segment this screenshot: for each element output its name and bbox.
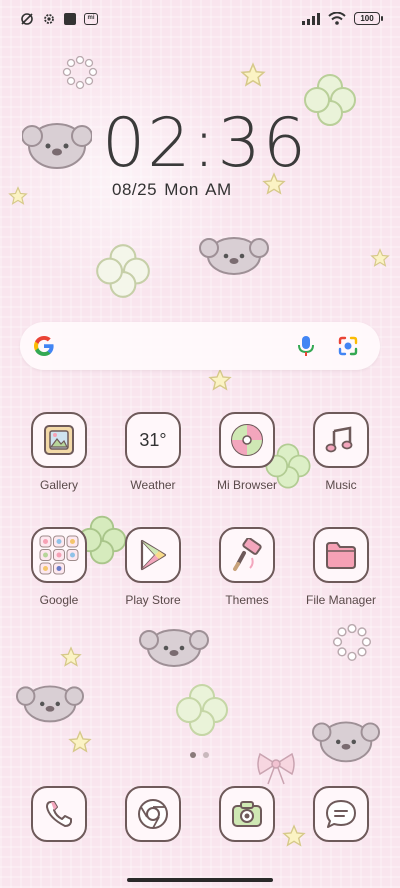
file-manager-icon xyxy=(313,527,369,583)
clock-date[interactable]: 08/25 Mon AM xyxy=(112,180,234,200)
music-icon xyxy=(313,412,369,468)
google-logo-icon xyxy=(32,334,56,358)
page-dot xyxy=(203,752,209,758)
status-bar: mi 100 xyxy=(0,0,400,40)
koala-decoration xyxy=(22,123,92,169)
ampm-value: AM xyxy=(205,180,232,199)
star-decoration xyxy=(8,186,28,205)
clover-decoration xyxy=(176,684,228,736)
koala-decoration xyxy=(139,629,209,667)
gesture-navigation-handle[interactable] xyxy=(127,878,273,882)
play-store-icon xyxy=(125,527,181,583)
dock-chrome[interactable] xyxy=(105,786,201,842)
app-label: Music xyxy=(325,478,357,492)
star-decoration xyxy=(60,646,82,667)
app-google-folder[interactable]: Google xyxy=(11,527,107,607)
koala-decoration xyxy=(16,685,84,723)
battery-icon: 100 xyxy=(354,12,383,25)
google-folder-icon xyxy=(31,527,87,583)
bow-decoration xyxy=(257,752,295,785)
mi-browser-icon xyxy=(219,412,275,468)
camera-icon xyxy=(219,786,275,842)
mic-icon[interactable] xyxy=(296,334,316,358)
app-label: Weather xyxy=(130,478,176,492)
weather-icon: 31° xyxy=(125,412,181,468)
app-play-store[interactable]: Play Store xyxy=(105,527,201,607)
app-themes[interactable]: Themes xyxy=(199,527,295,607)
app-label: Mi Browser xyxy=(216,478,277,492)
dock-camera[interactable] xyxy=(199,786,295,842)
clock-time[interactable]: 02:36 xyxy=(102,104,308,183)
square-notification-icon xyxy=(64,13,76,25)
messages-icon xyxy=(313,786,369,842)
pearl-ring-decoration xyxy=(62,56,98,90)
themes-icon xyxy=(219,527,275,583)
status-right-icons: 100 xyxy=(302,12,383,25)
app-gallery[interactable]: Gallery xyxy=(11,412,107,492)
app-weather[interactable]: 31° Weather xyxy=(105,412,201,492)
app-file-manager[interactable]: File Manager xyxy=(293,527,389,607)
clover-decoration xyxy=(96,244,150,298)
battery-level: 100 xyxy=(360,14,374,23)
koala-decoration xyxy=(199,237,269,275)
phone-icon xyxy=(31,786,87,842)
app-label: Themes xyxy=(225,593,269,607)
dock-messages[interactable] xyxy=(293,786,389,842)
app-music[interactable]: Music xyxy=(293,412,389,492)
app-mi-browser[interactable]: Mi Browser xyxy=(199,412,295,492)
koala-decoration xyxy=(312,721,380,763)
star-decoration xyxy=(240,62,266,87)
star-decoration xyxy=(68,730,92,753)
mi-icon: mi xyxy=(84,13,98,25)
settings-cog-icon xyxy=(44,14,54,24)
day-value: Mon xyxy=(164,180,199,199)
google-search-bar[interactable] xyxy=(20,322,380,370)
star-decoration xyxy=(370,248,390,267)
no-alarm-icon xyxy=(21,13,33,25)
google-lens-icon[interactable] xyxy=(336,334,360,358)
weather-temperature: 31° xyxy=(139,429,167,450)
status-left-icons: mi xyxy=(20,12,98,26)
wifi-icon xyxy=(328,12,346,25)
app-label: Gallery xyxy=(39,478,78,492)
dock-phone[interactable] xyxy=(11,786,107,842)
app-label: Play Store xyxy=(125,593,181,607)
chrome-icon xyxy=(125,786,181,842)
app-label: File Manager xyxy=(305,593,377,607)
date-value: 08/25 xyxy=(112,180,158,199)
clover-decoration xyxy=(304,74,356,126)
star-decoration xyxy=(208,368,232,391)
app-label: Google xyxy=(39,593,79,607)
page-indicator[interactable] xyxy=(190,752,209,758)
signal-icon xyxy=(302,12,320,25)
page-dot-active xyxy=(190,752,196,758)
gallery-icon xyxy=(31,412,87,468)
pearl-ring-decoration xyxy=(332,624,372,661)
